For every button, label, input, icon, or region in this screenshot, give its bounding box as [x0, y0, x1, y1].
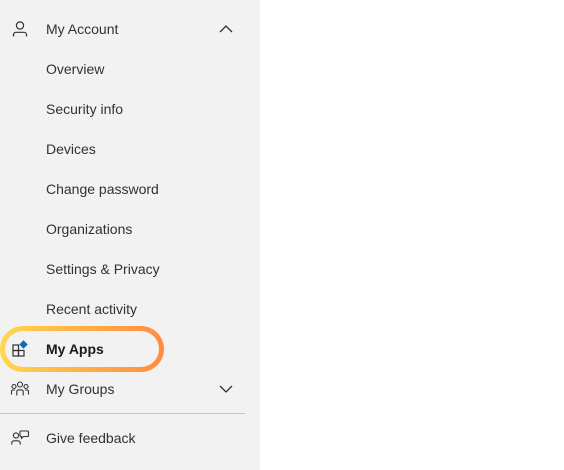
sidebar-item-label: Recent activity [46, 301, 138, 317]
groups-icon [10, 381, 30, 396]
sidebar-item-my-account[interactable]: My Account [0, 9, 260, 49]
sidebar-item-label: Devices [46, 141, 96, 157]
sidebar-item-label: My Apps [46, 341, 104, 357]
sidebar-item-give-feedback[interactable]: Give feedback [0, 418, 260, 458]
sidebar-item-recent-activity[interactable]: Recent activity [0, 289, 260, 329]
sidebar-item-label: Organizations [46, 221, 133, 237]
apps-icon [12, 340, 28, 357]
sidebar-item-label: My Account [46, 21, 119, 37]
sidebar-item-security-info[interactable]: Security info [0, 89, 260, 129]
sidebar-item-label: Settings & Privacy [46, 261, 160, 277]
sidebar-item-my-groups[interactable]: My Groups [0, 369, 260, 409]
divider [0, 413, 245, 414]
sidebar-item-overview[interactable]: Overview [0, 49, 260, 89]
sidebar-item-change-password[interactable]: Change password [0, 169, 260, 209]
sidebar-item-settings-privacy[interactable]: Settings & Privacy [0, 249, 260, 289]
feedback-icon [11, 430, 30, 445]
sidebar-item-label: Give feedback [46, 430, 136, 446]
chevron-down-icon[interactable] [218, 382, 234, 396]
chevron-up-icon[interactable] [218, 22, 234, 36]
page: My Account Overview Security info Device… [0, 0, 564, 470]
sidebar-item-my-apps[interactable]: My Apps [0, 329, 260, 369]
sidebar-nav: My Account Overview Security info Device… [0, 0, 260, 470]
sidebar-item-organizations[interactable]: Organizations [0, 209, 260, 249]
sidebar-item-devices[interactable]: Devices [0, 129, 260, 169]
sidebar-item-label: My Groups [46, 381, 115, 397]
sidebar-item-label: Security info [46, 101, 124, 117]
person-icon [12, 21, 28, 37]
sidebar-item-label: Change password [46, 181, 159, 197]
sidebar-item-label: Overview [46, 61, 105, 77]
main-content [260, 0, 564, 470]
